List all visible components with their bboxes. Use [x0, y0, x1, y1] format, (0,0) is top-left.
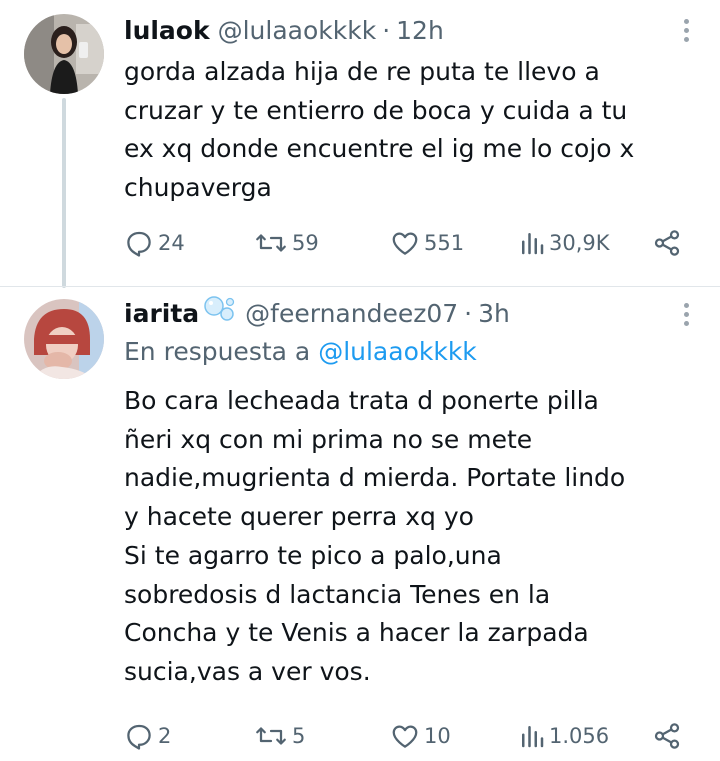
- tweet-text: gorda alzada hija de re puta te llevo a …: [124, 57, 635, 203]
- tweet-header: lulaok @lulaaokkkk · 12h: [124, 12, 444, 48]
- like-button[interactable]: 10: [390, 716, 451, 756]
- tweet-header: iarita @feernandeez07 · 3h: [124, 295, 510, 331]
- tweet-1[interactable]: lulaok @lulaaokkkk · 12h gorda alzada hi…: [0, 0, 720, 288]
- username[interactable]: @feernandeez07: [245, 299, 458, 328]
- repost-count: 5: [292, 724, 306, 748]
- reply-count: 2: [158, 724, 172, 748]
- share-icon: [654, 230, 680, 256]
- display-name[interactable]: lulaok: [124, 16, 210, 45]
- repost-count: 59: [292, 231, 319, 255]
- action-bar: 2 5 10 1.056: [124, 716, 694, 756]
- share-icon: [654, 723, 680, 749]
- display-name[interactable]: iarita: [124, 299, 199, 328]
- separator: ·: [382, 15, 391, 45]
- views-icon: [522, 233, 544, 255]
- avatar[interactable]: [24, 299, 104, 379]
- views-count: 30,9K: [549, 231, 610, 255]
- reply-mention-link[interactable]: @lulaaokkkk: [318, 337, 477, 366]
- reply-prefix: En respuesta a: [124, 337, 311, 366]
- username[interactable]: @lulaaokkkk: [218, 16, 377, 45]
- avatar[interactable]: [24, 14, 104, 94]
- like-count: 551: [424, 231, 465, 255]
- reply-icon: [127, 231, 151, 257]
- views-icon: [522, 726, 544, 748]
- reply-button[interactable]: 2: [124, 716, 171, 756]
- repost-icon: [256, 727, 286, 745]
- share-button[interactable]: [652, 716, 682, 756]
- like-icon: [392, 725, 418, 748]
- separator: ·: [464, 298, 473, 328]
- reply-context: En respuesta a @lulaaokkkk: [124, 337, 477, 366]
- like-button[interactable]: 551: [390, 223, 464, 263]
- more-icon[interactable]: [682, 303, 690, 326]
- action-bar: 24 59 551 30,9K: [124, 223, 694, 263]
- repost-button[interactable]: 59: [254, 223, 319, 263]
- views-button[interactable]: 1.056: [519, 716, 609, 756]
- views-button[interactable]: 30,9K: [519, 223, 610, 263]
- timestamp[interactable]: 3h: [478, 299, 510, 328]
- more-icon[interactable]: [682, 19, 690, 42]
- reply-count: 24: [158, 231, 185, 255]
- reply-button[interactable]: 24: [124, 223, 185, 263]
- tweet-text: Bo cara lecheada trata d ponerte pilla ñ…: [124, 386, 626, 686]
- share-button[interactable]: [652, 223, 682, 263]
- bubbles-emoji: [203, 295, 237, 331]
- like-count: 10: [424, 724, 451, 748]
- repost-button[interactable]: 5: [254, 716, 305, 756]
- thread-line: [62, 98, 66, 288]
- tweet-2[interactable]: iarita @feernandeez07 · 3h En respuesta …: [0, 287, 720, 761]
- timestamp[interactable]: 12h: [396, 16, 444, 45]
- like-icon: [392, 232, 418, 255]
- reply-icon: [127, 724, 151, 750]
- repost-icon: [256, 234, 286, 252]
- views-count: 1.056: [549, 724, 610, 748]
